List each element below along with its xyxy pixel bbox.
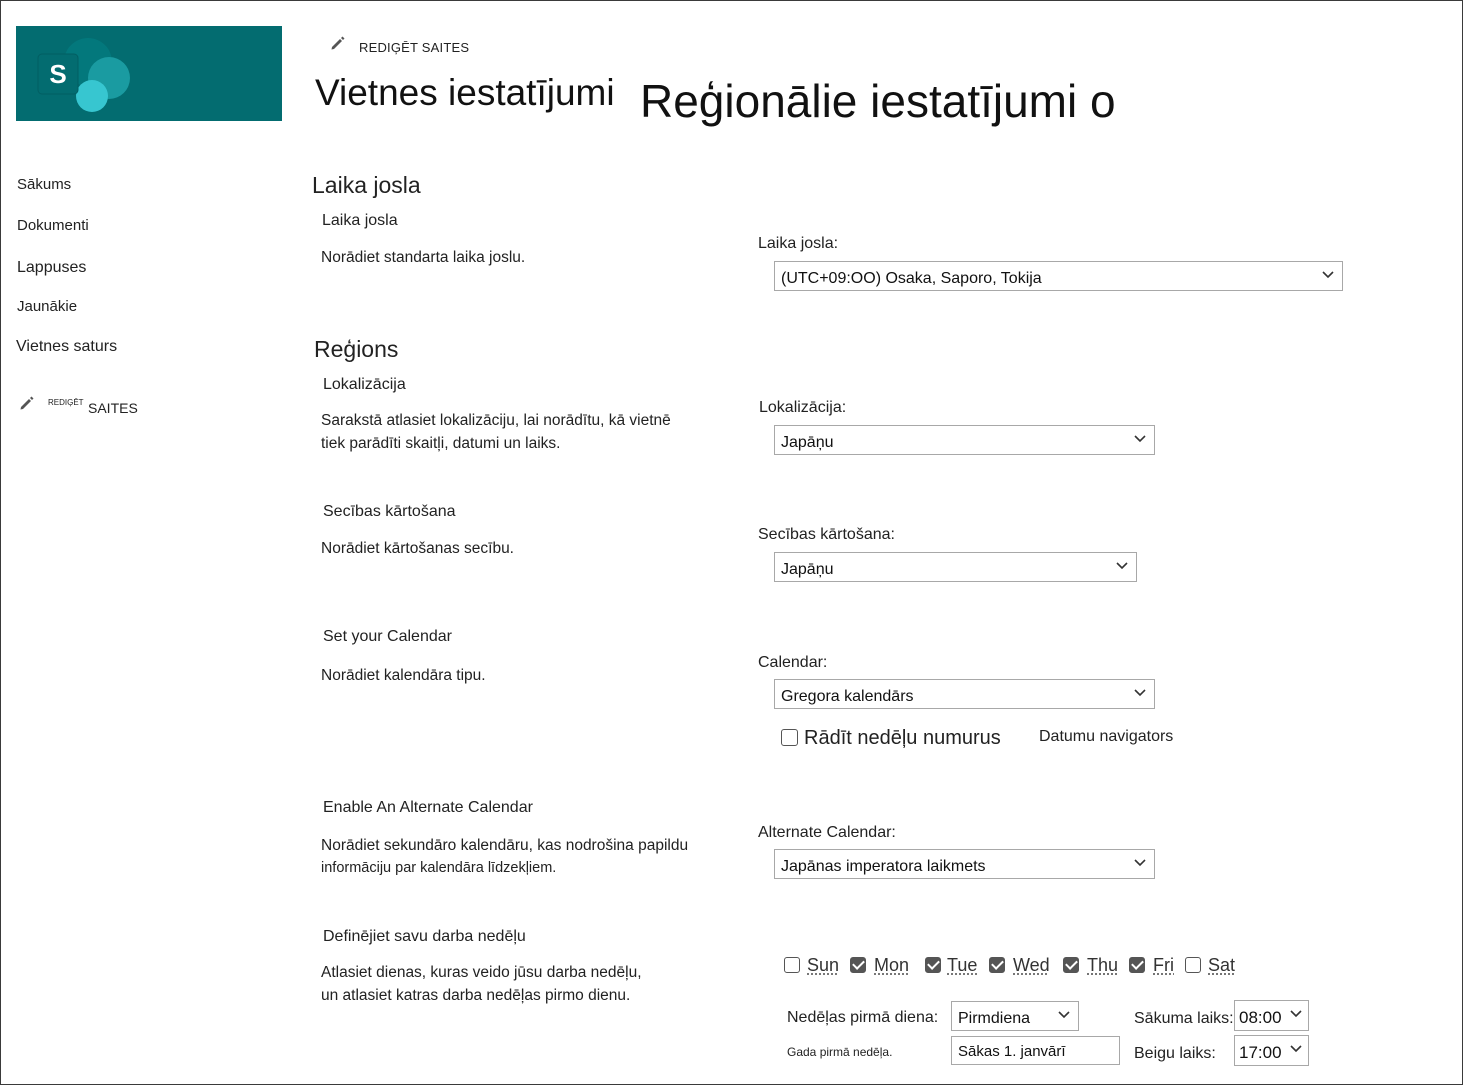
- day-label-fri: Fri: [1153, 955, 1174, 975]
- first-week-select[interactable]: Sākas 1. janvārī: [951, 1036, 1120, 1065]
- work-week-description-line1: Atlasiet dienas, kuras veido jūsu darba …: [321, 964, 642, 981]
- first-day-select-value: Pirmdiena: [958, 1010, 1031, 1027]
- locale-select[interactable]: Japāņu: [774, 425, 1155, 455]
- day-checkbox-mon[interactable]: [850, 957, 866, 973]
- day-label-wed: Wed: [1013, 955, 1050, 975]
- page-frame: [0, 0, 1463, 1085]
- chevron-down-icon: [1116, 562, 1128, 570]
- work-week-subtitle: Definējiet savu darba nedēļu: [323, 928, 526, 945]
- section-title-timezone: Laika josla: [312, 172, 421, 198]
- chevron-down-icon: [1290, 1010, 1302, 1018]
- sort-subtitle: Secības kārtošana: [323, 503, 456, 520]
- day-label-sun: Sun: [807, 955, 840, 975]
- timezone-description: Norādiet standarta laika joslu.: [321, 249, 526, 266]
- timezone-select[interactable]: (UTC+09:OO) Osaka, Saporo, Tokija: [774, 261, 1343, 291]
- day-checkbox-wed[interactable]: [989, 957, 1005, 973]
- day-label-mon: Mon: [874, 955, 910, 975]
- start-time-select[interactable]: 08:00: [1234, 1000, 1309, 1031]
- first-day-select[interactable]: Pirmdiena: [951, 1001, 1079, 1031]
- svg-text:S: S: [49, 59, 66, 89]
- calendar-field-label: Calendar:: [758, 654, 828, 671]
- first-week-label: Gada pirmā nedēļa.: [787, 1045, 893, 1059]
- alt-calendar-select[interactable]: Japānas imperatora laikmets: [774, 849, 1155, 879]
- nav-item-home[interactable]: Sākums: [17, 176, 71, 193]
- sort-select[interactable]: Japāņu: [774, 552, 1137, 582]
- edit-links-header[interactable]: REDIĢĒT SAITES: [359, 40, 469, 55]
- chevron-down-icon: [1134, 435, 1146, 443]
- locale-select-value: Japāņu: [781, 434, 834, 451]
- work-week-description-line2: un atlasiet katras darba nedēļas pirmo d…: [321, 987, 631, 1004]
- sort-field-label: Secības kārtošana:: [758, 526, 895, 543]
- chevron-down-icon: [1290, 1045, 1302, 1053]
- chevron-down-icon: [1058, 1011, 1070, 1019]
- breadcrumb-site-settings[interactable]: Vietnes iestatījumi: [315, 72, 615, 114]
- alt-calendar-description-line1: Norādiet sekundāro kalendāru, kas nodroš…: [321, 837, 689, 854]
- locale-description-line1: Sarakstā atlasiet lokalizāciju, lai norā…: [321, 412, 671, 429]
- day-checkbox-tue[interactable]: [925, 957, 941, 973]
- start-time-value: 08:00: [1239, 1008, 1282, 1027]
- day-checkbox-thu[interactable]: [1063, 957, 1079, 973]
- nav-item-recent[interactable]: Jaunākie: [17, 298, 77, 315]
- alt-calendar-subtitle: Enable An Alternate Calendar: [323, 799, 533, 816]
- chevron-down-icon: [1322, 271, 1334, 279]
- pencil-icon: [20, 396, 34, 410]
- show-week-numbers-checkbox[interactable]: [781, 729, 798, 746]
- sort-select-value: Japāņu: [781, 561, 834, 578]
- day-checkbox-sat[interactable]: [1185, 957, 1201, 973]
- locale-field-label: Lokalizācija:: [759, 399, 847, 416]
- end-time-value: 17:00: [1239, 1043, 1282, 1062]
- first-day-label: Nedēļas pirmā diena:: [787, 1009, 939, 1026]
- timezone-subtitle: Laika josla: [322, 212, 398, 229]
- timezone-select-value: (UTC+09:OO) Osaka, Saporo, Tokija: [781, 270, 1042, 287]
- calendar-description: Norādiet kalendāra tipu.: [321, 667, 486, 684]
- nav-item-documents[interactable]: Dokumenti: [17, 217, 89, 234]
- end-time-select[interactable]: 17:00: [1234, 1035, 1309, 1066]
- day-label-sat: Sat: [1208, 955, 1236, 975]
- first-week-select-value: Sākas 1. janvārī: [958, 1043, 1066, 1060]
- timezone-field-label: Laika josla:: [758, 235, 839, 252]
- locale-subtitle: Lokalizācija: [323, 376, 406, 393]
- page-title: Reģionālie iestatījumi o: [640, 75, 1116, 127]
- date-navigator-label: Datumu navigators: [1039, 728, 1174, 745]
- alt-calendar-field-label: Alternate Calendar:: [758, 824, 896, 841]
- alt-calendar-select-value: Japānas imperatora laikmets: [781, 858, 986, 875]
- calendar-subtitle: Set your Calendar: [323, 628, 452, 645]
- day-checkbox-sun[interactable]: [784, 957, 800, 973]
- sharepoint-icon: S: [37, 38, 130, 112]
- locale-description-line2: tiek parādīti skaitļi, datumi un laiks.: [321, 435, 561, 452]
- section-title-region: Reģions: [314, 336, 399, 362]
- start-time-label: Sākuma laiks:: [1134, 1010, 1234, 1027]
- day-checkbox-fri[interactable]: [1129, 957, 1145, 973]
- alt-calendar-description-line2: informāciju par kalendāra līdzekļiem.: [321, 860, 557, 876]
- calendar-select[interactable]: Gregora kalendārs: [774, 679, 1155, 709]
- show-week-numbers-label: Rādīt nedēļu numurus: [804, 727, 1001, 749]
- nav-edit-links-prefix[interactable]: REDIĢĒT: [48, 398, 84, 407]
- day-label-thu: Thu: [1087, 955, 1119, 975]
- pencil-icon: [331, 36, 345, 50]
- nav-item-site-contents[interactable]: Vietnes saturs: [16, 338, 117, 356]
- end-time-label: Beigu laiks:: [1134, 1045, 1216, 1062]
- sharepoint-logo[interactable]: S: [16, 26, 282, 121]
- calendar-select-value: Gregora kalendārs: [781, 688, 914, 705]
- chevron-down-icon: [1134, 859, 1146, 867]
- day-label-tue: Tue: [947, 955, 978, 975]
- chevron-down-icon: [1134, 689, 1146, 697]
- nav-edit-links-suffix[interactable]: SAITES: [88, 400, 138, 416]
- nav-item-pages[interactable]: Lappuses: [17, 259, 86, 277]
- sort-description: Norādiet kārtošanas secību.: [321, 540, 514, 557]
